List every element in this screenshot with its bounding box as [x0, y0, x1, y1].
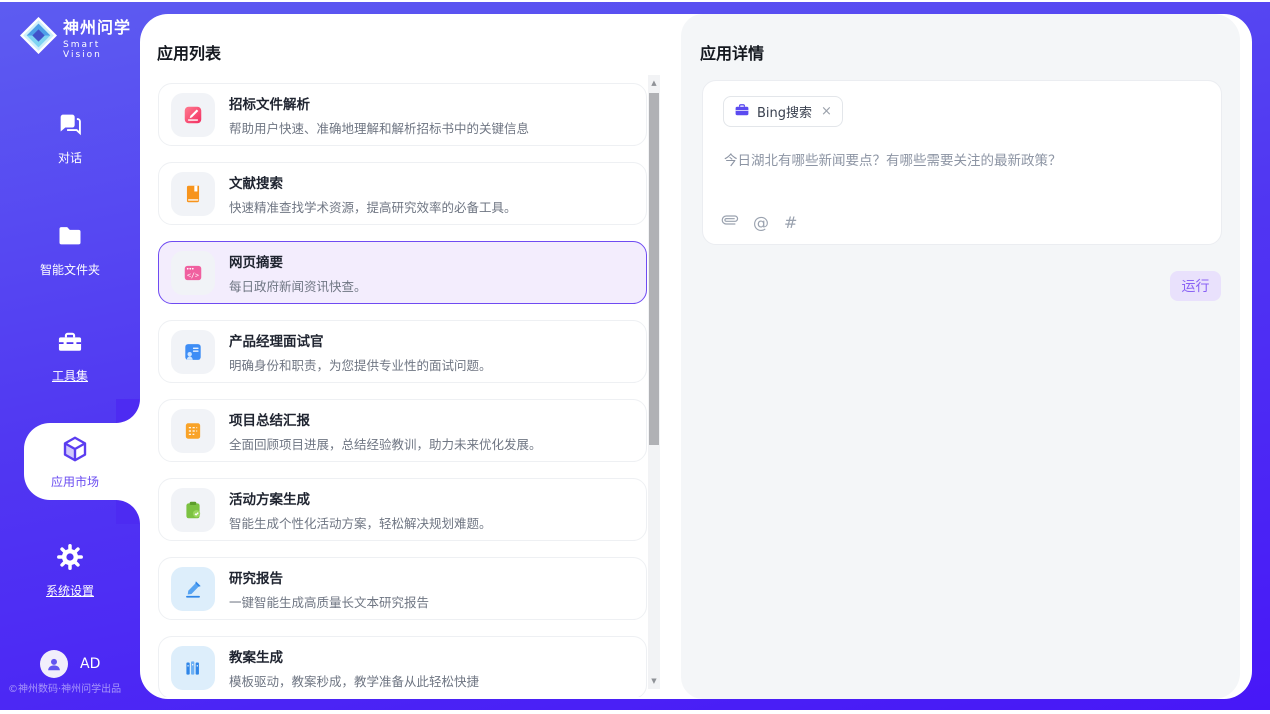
app-desc: 智能生成个性化活动方案，轻松解决规划难题。 [229, 513, 492, 532]
gem-logo-icon [20, 17, 57, 58]
sidebar: 神州问学 Smart Vision 对话 智能文件夹 [0, 2, 140, 710]
app-name: 项目总结汇报 [229, 409, 542, 429]
attachment-toolbar: @ # [722, 212, 797, 232]
app-desc: 模板驱动，教案秒成，教学准备从此轻松快捷 [229, 671, 479, 690]
briefcase-icon [734, 102, 750, 122]
app-card-bid-parse[interactable]: 招标文件解析 帮助用户快速、准确地理解和解析招标书中的关键信息 [158, 83, 647, 146]
paperclip-icon[interactable] [722, 212, 738, 232]
run-button[interactable]: 运行 [1170, 271, 1221, 301]
app-card-project-summary[interactable]: 项目总结汇报 全面回顾项目进展，总结经验教训，助力未来优化发展。 [158, 399, 647, 462]
brand-logo: 神州问学 Smart Vision [20, 14, 140, 60]
app-desc: 全面回顾项目进展，总结经验教训，助力未来优化发展。 [229, 434, 542, 453]
interviewer-icon [171, 330, 215, 374]
scrollbar-thumb[interactable] [649, 93, 659, 445]
gear-icon [56, 543, 84, 575]
sidebar-item-label: 系统设置 [46, 582, 94, 599]
sidebar-item-chat[interactable]: 对话 [0, 110, 140, 166]
sidebar-item-settings[interactable]: 系统设置 [0, 543, 140, 599]
close-icon[interactable]: × [821, 104, 832, 119]
hash-icon[interactable]: # [784, 213, 797, 232]
webpage-icon: </> [171, 251, 215, 295]
app-name: 研究报告 [229, 567, 429, 587]
app-card-event-plan[interactable]: 活动方案生成 智能生成个性化活动方案，轻松解决规划难题。 [158, 478, 647, 541]
clipboard-icon [171, 488, 215, 532]
app-card-pm-interviewer[interactable]: 产品经理面试官 明确身份和职责，为您提供专业性的面试问题。 [158, 320, 647, 383]
app-name: 产品经理面试官 [229, 330, 492, 350]
query-input[interactable]: 今日湖北有哪些新闻要点？有哪些需要关注的最新政策？ [724, 151, 1201, 171]
avatar [40, 650, 68, 678]
app-list-title: 应用列表 [157, 40, 221, 64]
main-panel: 应用列表 招标文件解析 帮助用户快速、准确地理解和解析招标书中的关键信息 [140, 14, 1252, 699]
app-desc: 帮助用户快速、准确地理解和解析招标书中的关键信息 [229, 118, 529, 137]
user-account[interactable]: AD [40, 650, 100, 678]
sidebar-item-app-market[interactable]: 应用市场 [24, 423, 140, 500]
book-icon [171, 172, 215, 216]
prompt-card: Bing搜索 × 今日湖北有哪些新闻要点？有哪些需要关注的最新政策？ @ # [702, 80, 1222, 245]
scroll-down-icon[interactable]: ▼ [651, 673, 656, 689]
app-list: 招标文件解析 帮助用户快速、准确地理解和解析招标书中的关键信息 文献搜索 快速精… [158, 83, 647, 697]
app-desc: 每日政府新闻资讯快查。 [229, 276, 367, 295]
tool-tag-label: Bing搜索 [757, 102, 812, 121]
svg-text:</>: </> [187, 271, 199, 279]
app-name: 文献搜索 [229, 172, 517, 192]
sidebar-item-label: 应用市场 [51, 473, 99, 490]
tool-tag-bing-search[interactable]: Bing搜索 × [723, 96, 843, 127]
mention-icon[interactable]: @ [753, 213, 769, 232]
active-pill-fillet-top [116, 399, 140, 423]
books-icon [171, 646, 215, 690]
app-card-lesson-plan[interactable]: 教案生成 模板驱动，教案秒成，教学准备从此轻松快捷 [158, 636, 647, 697]
user-name: AD [80, 656, 100, 672]
app-detail-title: 应用详情 [700, 40, 764, 64]
app-card-web-summary[interactable]: </> 网页摘要 每日政府新闻资讯快查。 [158, 241, 647, 304]
brand-name: 神州问学 [63, 14, 140, 38]
sidebar-item-label: 对话 [58, 149, 82, 166]
app-desc: 一键智能生成高质量长文本研究报告 [229, 592, 429, 611]
app-name: 网页摘要 [229, 251, 367, 271]
app-name: 活动方案生成 [229, 488, 492, 508]
chat-icon [56, 110, 84, 142]
app-desc: 明确身份和职责，为您提供专业性的面试问题。 [229, 355, 492, 374]
app-name: 教案生成 [229, 646, 479, 666]
sidebar-item-label: 工具集 [52, 367, 88, 384]
research-icon [171, 567, 215, 611]
app-list-scrollbar[interactable]: ▲ ▼ [648, 75, 660, 689]
sidebar-item-label: 智能文件夹 [40, 261, 100, 278]
memo-icon [171, 409, 215, 453]
bid-doc-icon [171, 93, 215, 137]
brand-tagline: Smart Vision [63, 40, 140, 60]
sidebar-item-toolset[interactable]: 工具集 [0, 328, 140, 384]
toolbox-icon [56, 328, 84, 360]
sidebar-item-smart-folder[interactable]: 智能文件夹 [0, 222, 140, 278]
cube-icon [60, 434, 90, 468]
app-detail-pane: 应用详情 Bing搜索 × 今日湖北有哪些新闻要点？有哪些需要关注的最新政策？ [681, 14, 1240, 699]
app-card-research-report[interactable]: 研究报告 一键智能生成高质量长文本研究报告 [158, 557, 647, 620]
folder-icon [56, 222, 84, 254]
app-desc: 快速精准查找学术资源，提高研究效率的必备工具。 [229, 197, 517, 216]
scroll-up-icon[interactable]: ▲ [651, 75, 656, 91]
active-pill-fillet-bottom [116, 500, 140, 524]
app-card-literature-search[interactable]: 文献搜索 快速精准查找学术资源，提高研究效率的必备工具。 [158, 162, 647, 225]
copyright-footer: ©神州数码·神州问学出品 [8, 680, 138, 695]
app-name: 招标文件解析 [229, 93, 529, 113]
